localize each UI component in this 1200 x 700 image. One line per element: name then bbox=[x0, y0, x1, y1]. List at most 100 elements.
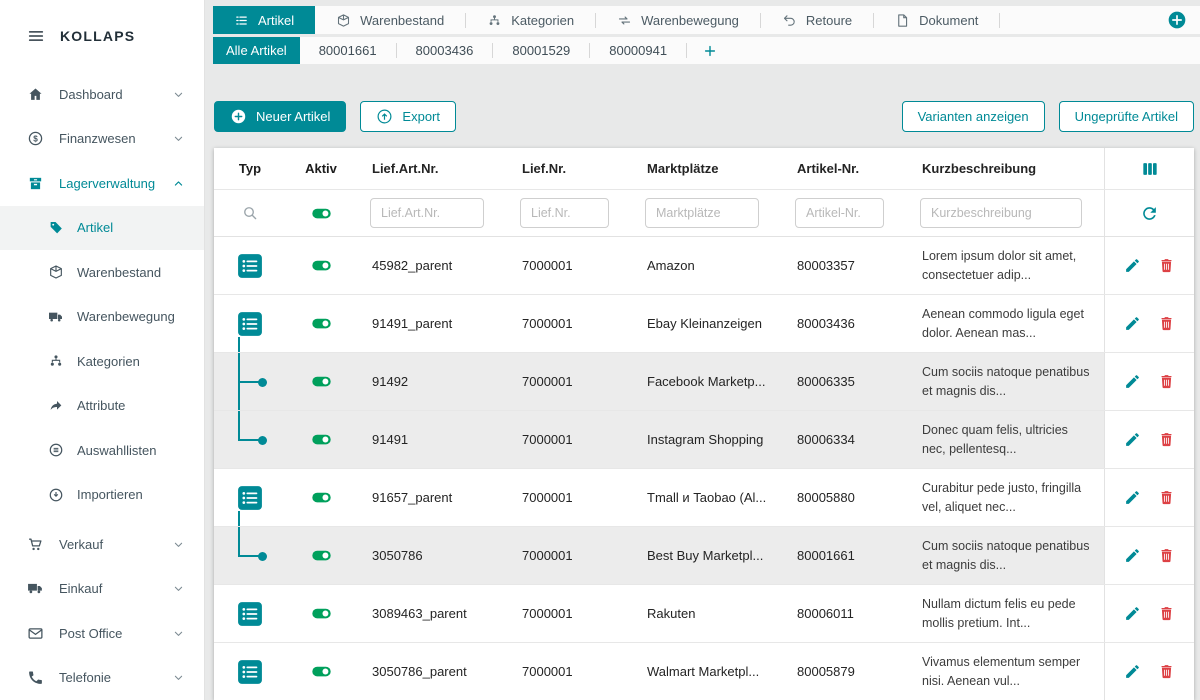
sidebar-item-verkauf[interactable]: Verkauf bbox=[0, 522, 204, 567]
active-toggle-icon[interactable] bbox=[311, 255, 332, 276]
delete-row-button[interactable] bbox=[1156, 255, 1177, 276]
active-toggle-icon[interactable] bbox=[311, 545, 332, 566]
cell-kurzbeschreibung: Curabitur pede justo, fringilla vel, ali… bbox=[906, 469, 1104, 526]
table-body: 45982_parent7000001Amazon80003357Lorem i… bbox=[214, 237, 1194, 700]
column-header-aktiv: Aktiv bbox=[286, 148, 356, 189]
add-article-tab-button[interactable] bbox=[687, 44, 733, 58]
cell-marktplatz: Amazon bbox=[631, 237, 781, 294]
sidebar-subitem-importieren[interactable]: Importieren bbox=[0, 473, 204, 518]
active-toggle-icon[interactable] bbox=[311, 603, 332, 624]
table-row: 45982_parent7000001Amazon80003357Lorem i… bbox=[214, 237, 1194, 295]
column-header-label: Aktiv bbox=[305, 161, 337, 176]
new-article-button[interactable]: Neuer Artikel bbox=[214, 101, 346, 132]
expand-children-button[interactable] bbox=[237, 601, 263, 627]
tab-kategorien[interactable]: Kategorien bbox=[466, 6, 595, 34]
article-list-icon bbox=[237, 311, 263, 337]
sidebar-item-finanzwesen[interactable]: $Finanzwesen bbox=[0, 117, 204, 162]
sidebar-item-einkauf[interactable]: Einkauf bbox=[0, 567, 204, 612]
delete-row-button[interactable] bbox=[1156, 313, 1177, 334]
edit-pencil-icon bbox=[1124, 373, 1141, 390]
chevron-down-icon bbox=[171, 581, 186, 596]
filter-input-kurzbeschreibung[interactable] bbox=[920, 198, 1082, 228]
sidebar-item-label: Finanzwesen bbox=[59, 131, 171, 146]
sidebar-item-telefonie[interactable]: Telefonie bbox=[0, 656, 204, 700]
toolbar: Neuer Artikel Export Varianten anzeigen … bbox=[214, 101, 1194, 132]
delete-row-button[interactable] bbox=[1156, 661, 1177, 682]
edit-row-button[interactable] bbox=[1122, 255, 1143, 276]
filter-input-artikel-nr[interactable] bbox=[795, 198, 884, 228]
active-toggle-icon[interactable] bbox=[311, 487, 332, 508]
tab-label: Artikel bbox=[258, 13, 294, 28]
sidebar-item-lagerverwaltung[interactable]: Lagerverwaltung bbox=[0, 161, 204, 206]
show-variants-button[interactable]: Varianten anzeigen bbox=[902, 101, 1045, 132]
sidebar-subitem-warenbewegung[interactable]: Warenbewegung bbox=[0, 295, 204, 340]
menu-toggle-button[interactable] bbox=[27, 27, 45, 45]
filter-input-marktplätze[interactable] bbox=[645, 198, 759, 228]
sidebar-item-dashboard[interactable]: Dashboard bbox=[0, 72, 204, 117]
sidebar-item-post-office[interactable]: Post Office bbox=[0, 611, 204, 656]
column-header-marktplätze: Marktplätze bbox=[631, 148, 781, 189]
subtab-80001661[interactable]: 80001661 bbox=[300, 37, 396, 64]
expand-children-button[interactable] bbox=[237, 253, 263, 279]
sidebar-subitem-kategorien[interactable]: Kategorien bbox=[0, 339, 204, 384]
edit-row-button[interactable] bbox=[1122, 487, 1143, 508]
active-toggle-icon[interactable] bbox=[311, 661, 332, 682]
active-toggle-icon[interactable] bbox=[311, 429, 332, 450]
cell-lief-nr: 7000001 bbox=[506, 295, 631, 352]
edit-row-button[interactable] bbox=[1122, 603, 1143, 624]
subtab-80003436[interactable]: 80003436 bbox=[397, 37, 493, 64]
article-list-icon bbox=[237, 485, 263, 511]
unchecked-articles-button[interactable]: Ungeprüfte Artikel bbox=[1059, 101, 1194, 132]
sidebar-subitem-artikel[interactable]: Artikel bbox=[0, 206, 204, 251]
tab-label: Warenbewegung bbox=[641, 13, 739, 28]
expand-children-button[interactable] bbox=[237, 659, 263, 685]
delete-row-button[interactable] bbox=[1156, 487, 1177, 508]
subtab-80001529[interactable]: 80001529 bbox=[493, 37, 589, 64]
tab-label: Kategorien bbox=[511, 13, 574, 28]
subtab-80000941[interactable]: 80000941 bbox=[590, 37, 686, 64]
edit-row-button[interactable] bbox=[1122, 661, 1143, 682]
cell-marktplatz: Facebook Marketp... bbox=[631, 353, 781, 410]
expand-children-button[interactable] bbox=[237, 311, 263, 337]
edit-row-button[interactable] bbox=[1122, 429, 1143, 450]
tab-warenbewegung[interactable]: Warenbewegung bbox=[596, 6, 760, 34]
tab-retoure[interactable]: Retoure bbox=[761, 6, 873, 34]
refresh-button[interactable] bbox=[1138, 202, 1161, 225]
edit-pencil-icon bbox=[1124, 257, 1141, 274]
column-settings-button[interactable] bbox=[1138, 157, 1162, 181]
table-row: 3089463_parent7000001Rakuten80006011Null… bbox=[214, 585, 1194, 643]
filter-input-lief-art-nr[interactable] bbox=[370, 198, 484, 228]
columns-icon bbox=[1140, 159, 1160, 179]
filter-input-lief-nr[interactable] bbox=[520, 198, 609, 228]
tab-warenbestand[interactable]: Warenbestand bbox=[315, 6, 465, 34]
cell-lief-nr: 7000001 bbox=[506, 585, 631, 642]
delete-row-button[interactable] bbox=[1156, 371, 1177, 392]
sidebar-subitem-attribute[interactable]: Attribute bbox=[0, 384, 204, 429]
export-label: Export bbox=[402, 109, 440, 124]
delete-row-button[interactable] bbox=[1156, 429, 1177, 450]
cell-kurzbeschreibung: Aenean commodo ligula eget dolor. Aenean… bbox=[906, 295, 1104, 352]
sidebar-subitem-auswahllisten[interactable]: Auswahllisten bbox=[0, 428, 204, 473]
subtab-alle-artikel[interactable]: Alle Artikel bbox=[213, 37, 300, 64]
trash-icon bbox=[1158, 605, 1175, 622]
trash-icon bbox=[1158, 431, 1175, 448]
sidebar-subitem-warenbestand[interactable]: Warenbestand bbox=[0, 250, 204, 295]
articles-table: TypAktivLief.Art.Nr.Lief.Nr.MarktplätzeA… bbox=[214, 148, 1194, 700]
edit-row-button[interactable] bbox=[1122, 545, 1143, 566]
active-toggle-icon[interactable] bbox=[311, 371, 332, 392]
expand-children-button[interactable] bbox=[237, 485, 263, 511]
delete-row-button[interactable] bbox=[1156, 603, 1177, 624]
tab-dokument[interactable]: Dokument bbox=[874, 6, 999, 34]
active-filter-toggle-icon[interactable] bbox=[311, 203, 332, 224]
tab-artikel[interactable]: Artikel bbox=[213, 6, 315, 34]
cell-kurzbeschreibung: Donec quam felis, ultricies nec, pellent… bbox=[906, 411, 1104, 468]
new-article-label: Neuer Artikel bbox=[256, 109, 330, 124]
export-button[interactable]: Export bbox=[360, 101, 456, 132]
delete-row-button[interactable] bbox=[1156, 545, 1177, 566]
active-toggle-icon[interactable] bbox=[311, 313, 332, 334]
edit-row-button[interactable] bbox=[1122, 371, 1143, 392]
add-new-button[interactable] bbox=[1167, 10, 1187, 30]
edit-row-button[interactable] bbox=[1122, 313, 1143, 334]
cell-marktplatz: Best Buy Marketpl... bbox=[631, 527, 781, 584]
sidebar-subitem-label: Warenbestand bbox=[77, 265, 161, 280]
